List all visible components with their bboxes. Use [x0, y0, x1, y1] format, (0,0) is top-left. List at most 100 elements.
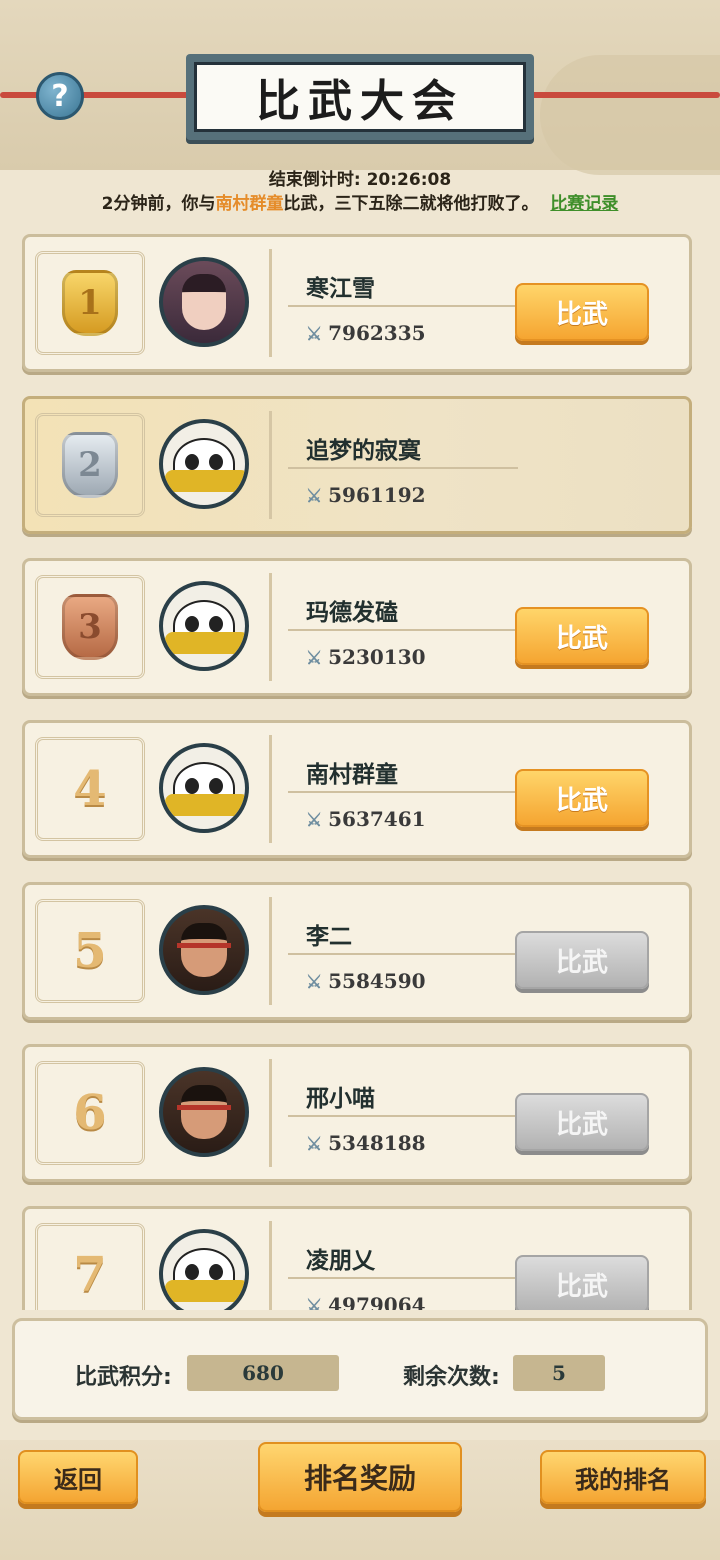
panda-avatar[interactable] [159, 1229, 249, 1310]
player-name: 凌朋乂 [306, 1248, 375, 1274]
player-info: 邢小喵 ⚔ 5348188 比武 [269, 1059, 677, 1167]
combat-power: ⚔ 7962335 [306, 321, 426, 345]
rank-badge: 3 [35, 575, 145, 679]
divider [288, 791, 518, 793]
player-info: 玛德发磕 ⚔ 5230130 比武 [269, 573, 677, 681]
warrior-avatar[interactable] [159, 1067, 249, 1157]
player-name: 李二 [306, 924, 352, 950]
player-card: 7 凌朋乂 ⚔ 4979064 比武 [22, 1206, 692, 1310]
score-value: 680 [187, 1355, 339, 1391]
notice-suffix: 比武，三下五除二就将他打败了。 [283, 194, 539, 214]
crossed-swords-icon: ⚔ [306, 972, 323, 993]
challenge-button[interactable]: 比武 [515, 607, 649, 665]
rank-number: 5 [73, 923, 107, 979]
panda-avatar[interactable] [159, 581, 249, 671]
challenge-button[interactable]: 比武 [515, 931, 649, 989]
panda-face-icon [165, 438, 245, 492]
player-name: 南村群童 [306, 762, 398, 788]
rank-badge: 5 [35, 899, 145, 1003]
player-card: 5 李二 ⚔ 5584590 比武 [22, 882, 692, 1020]
combat-power-value: 5230130 [328, 645, 426, 669]
combat-power: ⚔ 5961192 [306, 483, 426, 507]
crossed-swords-icon: ⚔ [306, 810, 323, 831]
bronze-medal-icon: 3 [62, 594, 118, 660]
rank-badge: 2 [35, 413, 145, 517]
remaining-value: 5 [513, 1355, 605, 1391]
page-title: 比武大会 [194, 62, 526, 132]
rope-left-decoration [0, 92, 200, 98]
match-record-link[interactable]: 比赛记录 [550, 194, 618, 214]
player-card: 6 邢小喵 ⚔ 5348188 比武 [22, 1044, 692, 1182]
lady-avatar[interactable] [159, 257, 249, 347]
lady-face-icon [182, 274, 226, 330]
warrior-avatar[interactable] [159, 905, 249, 995]
challenge-button[interactable]: 比武 [515, 769, 649, 827]
title-banner: 比武大会 [186, 54, 534, 140]
rank-number: 6 [73, 1085, 107, 1141]
combat-power-value: 5637461 [328, 807, 426, 831]
remaining-label: 剩余次数: [403, 1365, 500, 1390]
divider [288, 629, 518, 631]
countdown: 结束倒计时: 20:26:08 [0, 165, 720, 190]
player-info: 凌朋乂 ⚔ 4979064 比武 [269, 1221, 677, 1310]
rank-badge: 7 [35, 1223, 145, 1310]
silver-medal-icon: 2 [62, 432, 118, 498]
divider [288, 953, 518, 955]
panda-face-icon [165, 762, 245, 816]
countdown-value: 20:26:08 [366, 170, 452, 190]
combat-power-value: 4979064 [328, 1293, 426, 1310]
rank-badge: 1 [35, 251, 145, 355]
stats-panel: 比武积分: 680 剩余次数: 5 [12, 1318, 708, 1420]
divider [288, 1277, 518, 1279]
crossed-swords-icon: ⚔ [306, 486, 323, 507]
combat-power: ⚔ 5230130 [306, 645, 426, 669]
challenge-button[interactable]: 比武 [515, 1093, 649, 1151]
player-card: 3 玛德发磕 ⚔ 5230130 比武 [22, 558, 692, 696]
divider [288, 1115, 518, 1117]
rank-badge: 6 [35, 1061, 145, 1165]
notice-opponent: 南村群童 [215, 194, 284, 214]
cloud-decoration [540, 55, 720, 175]
player-card: 4 南村群童 ⚔ 5637461 比武 [22, 720, 692, 858]
player-info: 李二 ⚔ 5584590 比武 [269, 897, 677, 1005]
rank-badge: 4 [35, 737, 145, 841]
combat-power-value: 5961192 [328, 483, 426, 507]
crossed-swords-icon: ⚔ [306, 1296, 323, 1310]
back-button[interactable]: 返回 [18, 1450, 138, 1504]
question-icon: ? [51, 78, 69, 114]
combat-power-value: 5584590 [328, 969, 426, 993]
player-info: 寒江雪 ⚔ 7962335 比武 [269, 249, 677, 357]
player-info: 追梦的寂寞 ⚔ 5961192 [269, 411, 677, 519]
ranking-list[interactable]: 1 寒江雪 ⚔ 7962335 比武 2 追梦的寂寞 ⚔ 5961192 3 玛德发磕 ⚔ 523013… [0, 228, 720, 1310]
crossed-swords-icon: ⚔ [306, 324, 323, 345]
help-button[interactable]: ? [36, 72, 84, 120]
player-name: 邢小喵 [306, 1086, 375, 1112]
rank-number: 7 [73, 1247, 107, 1303]
rank-reward-button[interactable]: 排名奖励 [258, 1442, 462, 1512]
rope-right-decoration [520, 92, 720, 98]
player-info: 南村群童 ⚔ 5637461 比武 [269, 735, 677, 843]
notice-prefix: 2分钟前，你与 [101, 194, 216, 214]
panda-face-icon [165, 1248, 245, 1302]
divider [288, 467, 518, 469]
combat-power-value: 7962335 [328, 321, 426, 345]
warrior-face-icon [177, 923, 231, 977]
combat-power: ⚔ 5637461 [306, 807, 426, 831]
challenge-button[interactable]: 比武 [515, 283, 649, 341]
panda-avatar[interactable] [159, 743, 249, 833]
combat-power-value: 5348188 [328, 1131, 426, 1155]
challenge-button[interactable]: 比武 [515, 1255, 649, 1310]
combat-power: ⚔ 5348188 [306, 1131, 426, 1155]
rank-number: 4 [73, 761, 107, 817]
player-name: 玛德发磕 [306, 600, 398, 626]
combat-power: ⚔ 5584590 [306, 969, 426, 993]
player-card: 1 寒江雪 ⚔ 7962335 比武 [22, 234, 692, 372]
player-name: 寒江雪 [306, 276, 375, 302]
countdown-label: 结束倒计时: [268, 170, 361, 190]
my-rank-button[interactable]: 我的排名 [540, 1450, 706, 1504]
player-name: 追梦的寂寞 [306, 438, 421, 464]
battle-notice: 2分钟前，你与南村群童比武，三下五除二就将他打败了。 比赛记录 [0, 189, 720, 214]
combat-power: ⚔ 4979064 [306, 1293, 426, 1310]
panda-avatar[interactable] [159, 419, 249, 509]
score-label: 比武积分: [75, 1365, 172, 1390]
